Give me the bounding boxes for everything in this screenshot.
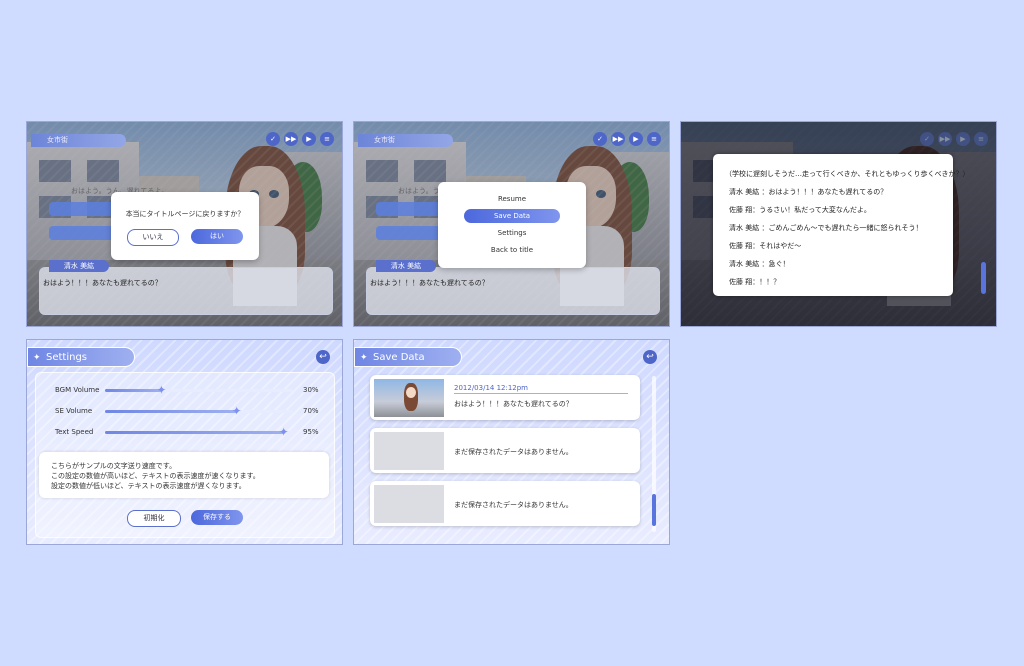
log-line: 清水 美紘 ：おはよう！！！あなたも遅れてるの？ — [729, 188, 888, 196]
menu-item-back-to-title[interactable]: Back to title — [438, 246, 586, 254]
confirm-dialog: 本当にタイトルページに戻りますか？ いいえ はい — [111, 192, 259, 260]
empty-thumbnail — [374, 485, 444, 523]
empty-thumbnail — [374, 432, 444, 470]
message-text: おはよう！！！あなたも遅れてるの？ — [370, 279, 489, 287]
message-text: おはよう！！！あなたも遅れてるの？ — [43, 279, 162, 287]
skip-icon[interactable]: ▶▶ — [284, 132, 298, 146]
menu-icon[interactable]: ≡ — [974, 132, 988, 146]
save-text: まだ保存されたデータはありません。 — [454, 501, 573, 509]
message-box[interactable] — [366, 267, 660, 315]
save-button[interactable]: 保存する — [191, 510, 243, 525]
skip-icon[interactable]: ▶▶ — [611, 132, 625, 146]
text-speed-preview: こちらがサンプルの文字送り速度です。 この設定の数値が高いほど、テキストの表示速… — [39, 452, 329, 498]
menu-item-resume[interactable]: Resume — [438, 195, 586, 203]
hud-controls: ✓ ▶▶ ▶ ≡ — [593, 132, 661, 146]
backlog-scrollbar[interactable] — [981, 262, 986, 294]
se-volume-slider[interactable]: ✦ — [105, 405, 293, 417]
save-thumbnail — [374, 379, 444, 417]
backlog-box[interactable]: （学校に遅刻しそうだ…走って行くべきか、それともゆっくり歩くべきか？） 清水 美… — [713, 154, 970, 296]
menu-item-save-data[interactable]: Save Data — [438, 212, 586, 220]
save-data-screen: ✦ Save Data ↩ 2012/03/14 12:12pm おはよう！！！… — [353, 339, 670, 545]
save-date: 2012/03/14 12:12pm — [454, 384, 529, 392]
location-tag: 女市街 — [31, 134, 126, 147]
reset-button[interactable]: 初期化 — [127, 510, 181, 527]
pause-menu-screen: 女市街 ✓ ▶▶ ▶ ≡ おはよう。うん、遅れてるよ。 清水 美紘 おはよう！！… — [353, 121, 670, 327]
dialog-question: 本当にタイトルページに戻りますか？ — [125, 210, 245, 218]
page-title: Save Data — [373, 352, 425, 363]
check-icon[interactable]: ✓ — [593, 132, 607, 146]
skip-icon[interactable]: ▶▶ — [938, 132, 952, 146]
location-tag: 女市街 — [358, 134, 453, 147]
menu-icon[interactable]: ≡ — [647, 132, 661, 146]
text-speed-slider[interactable]: ✦ — [105, 426, 293, 438]
hud-controls: ✓ ▶▶ ▶ ≡ — [266, 132, 334, 146]
info-line: こちらがサンプルの文字送り速度です。 — [51, 462, 177, 470]
thumbnail-character-face — [406, 387, 416, 398]
slider-fill — [105, 389, 162, 392]
text-speed-label: Text Speed — [55, 428, 94, 436]
se-volume-label: SE Volume — [55, 407, 93, 415]
hud-controls: ✓ ▶▶ ▶ ≡ — [920, 132, 988, 146]
back-icon[interactable]: ↩ — [316, 350, 330, 364]
slider-fill — [105, 410, 237, 413]
log-line: 佐藤 翔：！！？ — [729, 278, 781, 286]
menu-icon[interactable]: ≡ — [320, 132, 334, 146]
yes-button[interactable]: はい — [191, 229, 243, 244]
auto-icon[interactable]: ▶ — [302, 132, 316, 146]
menu-item-settings[interactable]: Settings — [438, 229, 586, 237]
save-text: おはよう！！！あなたも遅れてるの？ — [454, 400, 573, 408]
save-slot[interactable]: まだ保存されたデータはありません。 — [370, 481, 640, 526]
page-title: Settings — [46, 352, 88, 363]
settings-screen: ✦ Settings ↩ BGM Volume ✦ 30% SE Volume … — [26, 339, 343, 545]
confirm-screen: 女市街 ✓ ▶▶ ▶ ≡ おはよう。うん、遅れてるよ。 清水 美紘 おはよう！！… — [26, 121, 343, 327]
slider-knob-icon[interactable]: ✦ — [231, 405, 243, 417]
save-slot[interactable]: まだ保存されたデータはありません。 — [370, 428, 640, 473]
log-line: （学校に遅刻しそうだ…走って行くべきか、それともゆっくり歩くべきか？） — [725, 170, 970, 178]
save-text: まだ保存されたデータはありません。 — [454, 448, 573, 456]
no-button[interactable]: いいえ — [127, 229, 179, 246]
log-line: 清水 美紘 ：急ぐ！ — [729, 260, 790, 268]
date-divider — [454, 393, 628, 394]
log-line: 清水 美紘 ：ごめんごめん〜でも遅れたら一緒に怒られそう！ — [729, 224, 923, 232]
settings-title-tab: ✦ Settings — [27, 347, 135, 367]
bgm-volume-slider[interactable]: ✦ — [105, 384, 293, 396]
scrollbar-thumb[interactable] — [652, 494, 656, 526]
speaker-name: 清水 美紘 — [49, 260, 109, 272]
info-line: 設定の数値が低いほど、テキストの表示速度が遅くなります。 — [51, 482, 246, 490]
check-icon[interactable]: ✓ — [920, 132, 934, 146]
back-icon[interactable]: ↩ — [643, 350, 657, 364]
se-volume-value: 70% — [303, 407, 319, 415]
backlog-screen: ✓ ▶▶ ▶ ≡ （学校に遅刻しそうだ…走って行くべきか、それともゆっくり歩くべ… — [680, 121, 997, 327]
pause-menu: Resume Save Data Settings Back to title — [438, 182, 586, 268]
message-box[interactable] — [39, 267, 333, 315]
save-slot[interactable]: 2012/03/14 12:12pm おはよう！！！あなたも遅れてるの？ — [370, 375, 640, 420]
sparkle-icon: ✦ — [33, 353, 41, 363]
log-line: 佐藤 翔：うるさい！私だって大変なんだよ。 — [729, 206, 871, 214]
bgm-volume-label: BGM Volume — [55, 386, 100, 394]
auto-icon[interactable]: ▶ — [629, 132, 643, 146]
bgm-volume-value: 30% — [303, 386, 319, 394]
speaker-name: 清水 美紘 — [376, 260, 436, 272]
info-line: この設定の数値が高いほど、テキストの表示速度が速くなります。 — [51, 472, 260, 480]
sparkle-icon: ✦ — [360, 353, 368, 363]
log-line: 佐藤 翔：それはやだ〜 — [729, 242, 802, 250]
slider-fill — [105, 431, 284, 434]
slider-knob-icon[interactable]: ✦ — [278, 426, 290, 438]
slider-knob-icon[interactable]: ✦ — [155, 384, 167, 396]
check-icon[interactable]: ✓ — [266, 132, 280, 146]
save-data-title-tab: ✦ Save Data — [354, 347, 462, 367]
text-speed-value: 95% — [303, 428, 319, 436]
auto-icon[interactable]: ▶ — [956, 132, 970, 146]
